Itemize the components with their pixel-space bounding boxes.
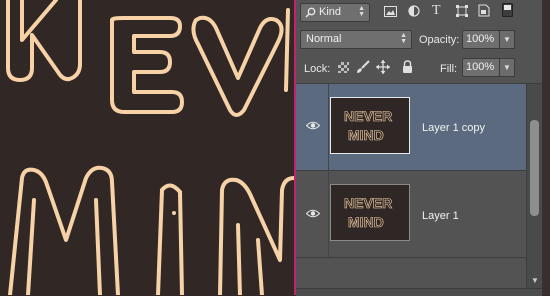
opacity-value: 100% [466,33,495,45]
document-canvas[interactable] [0,0,294,295]
shape-filter-icon[interactable] [456,5,468,20]
layer-thumbnail[interactable]: NEVER MIND [330,97,410,154]
visibility-toggle[interactable] [296,171,329,257]
scrollbar-thumb[interactable] [530,120,539,216]
lock-all-icon[interactable] [402,60,413,77]
fill-input[interactable]: 100% [462,58,500,77]
lock-transparent-icon[interactable] [338,62,349,76]
chevron-down-icon: ▼ [503,35,511,44]
search-icon [305,7,316,24]
window-edge [542,0,550,295]
opacity-dropdown-button[interactable]: ▼ [499,30,515,49]
kind-label: Kind [319,6,342,18]
chevron-updown-icon: ▲ ▼ [358,5,365,18]
lock-brush-icon[interactable] [356,60,370,77]
layer-name[interactable]: Layer 1 copy [422,122,485,134]
canvas-artwork [6,0,294,295]
image-filter-icon[interactable] [384,6,397,20]
thumbnail-artwork: NEVER MIND [344,108,393,144]
fill-value: 100% [466,61,495,73]
lock-move-icon[interactable] [376,60,390,77]
eye-icon [305,121,321,133]
layer-separator [296,257,526,258]
thumbnail-line2: MIND [348,127,384,143]
adjustment-filter-icon[interactable] [408,5,420,20]
blend-mode-value: Normal [306,33,342,45]
layers-scrollbar[interactable]: ▼ [526,84,542,288]
chevron-down-icon: ▼ [503,63,511,72]
visibility-toggle[interactable] [296,84,329,170]
layer-row-layer-1[interactable]: NEVER MIND Layer 1 [296,171,526,257]
layers-panel: Kind ▲ ▼ T Normal ▲ ▼ Opacity: 100% ▼ Lock… [296,0,542,296]
thumbnail-line2: MIND [348,214,384,230]
layer-row-layer-1-copy[interactable]: NEVER MIND Layer 1 copy [296,84,526,170]
lock-label: Lock: [304,63,331,75]
scroll-down-arrow-icon[interactable]: ▼ [531,276,539,285]
filter-toggle[interactable] [502,3,514,21]
thumbnail-line1: NEVER [344,108,392,124]
opacity-input[interactable]: 100% [462,30,500,49]
layer-thumbnail[interactable]: NEVER MIND [330,184,410,241]
fill-dropdown-button[interactable]: ▼ [499,58,515,77]
type-filter-icon[interactable]: T [432,4,441,18]
thumbnail-line1: NEVER [344,195,392,211]
opacity-label: Opacity: [419,34,460,46]
kind-filter-select[interactable]: Kind ▲ ▼ [300,3,370,22]
eye-icon [305,209,321,221]
thumbnail-artwork: NEVER MIND [344,195,393,231]
layer-name[interactable]: Layer 1 [422,210,459,222]
smart-object-filter-icon[interactable] [478,4,490,20]
chevron-updown-icon: ▲ ▼ [400,32,407,45]
blend-mode-select[interactable]: Normal ▲ ▼ [300,30,412,49]
fill-label: Fill: [440,63,458,75]
